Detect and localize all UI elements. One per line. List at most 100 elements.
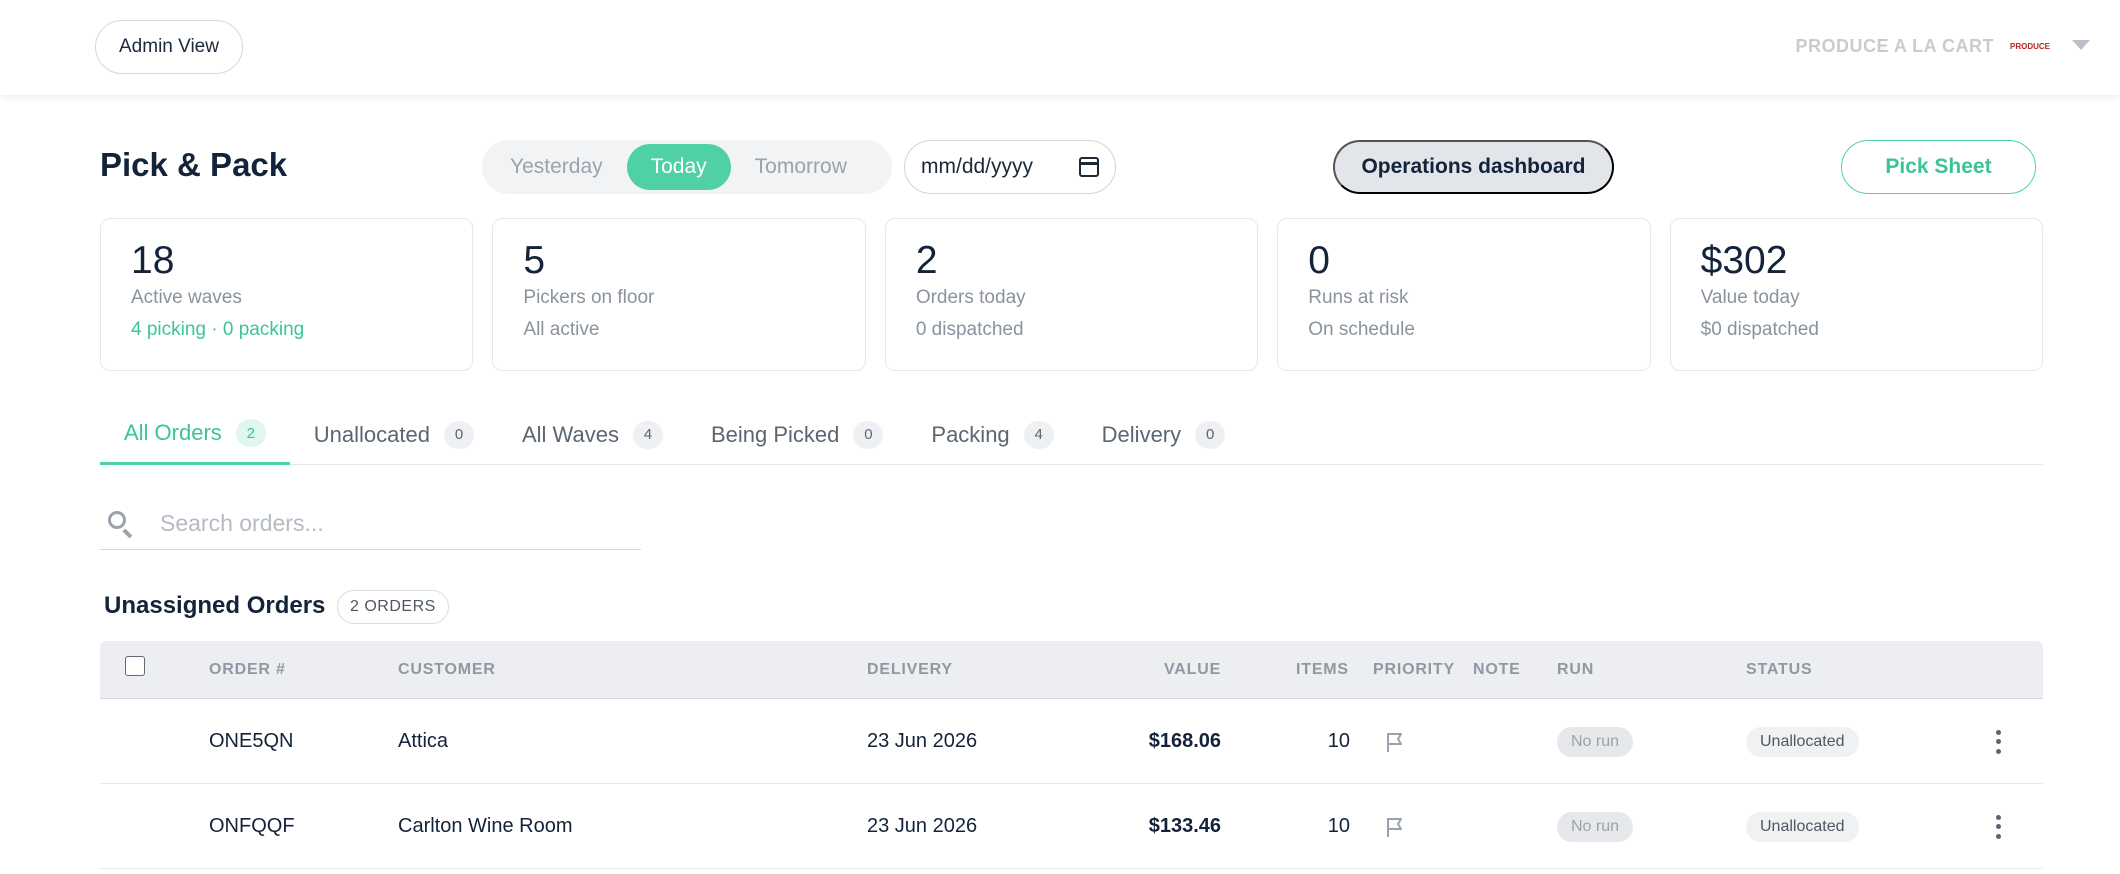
tab-unallocated[interactable]: Unallocated 0 [290, 404, 498, 465]
day-yesterday-button[interactable]: Yesterday [486, 144, 627, 190]
stat-card-runs-at-risk: 0 Runs at risk On schedule [1277, 218, 1651, 371]
run-badge[interactable]: No run [1557, 811, 1634, 842]
item-count: 10 [1327, 730, 1350, 752]
column-header-run[interactable]: RUN [1557, 641, 1594, 699]
tab-all-orders[interactable]: All Orders 2 [100, 404, 290, 465]
status-badge: Unallocated [1746, 811, 1859, 842]
stat-card-pickers: 5 Pickers on floor All active [492, 218, 866, 371]
stat-sub: $0 dispatched [1700, 319, 1819, 340]
stat-value: 0 [1308, 239, 1330, 282]
more-vertical-icon[interactable] [1996, 729, 2002, 754]
delivery-date: 23 Jun 2026 [867, 730, 978, 752]
stat-sub: On schedule [1308, 319, 1415, 340]
column-header-customer[interactable]: CUSTOMER [398, 641, 496, 699]
tab-being-picked[interactable]: Being Picked 0 [687, 404, 907, 465]
status-badge: Unallocated [1746, 726, 1859, 757]
flag-icon[interactable] [1384, 816, 1406, 838]
search-bar [100, 498, 641, 550]
column-header-delivery[interactable]: DELIVERY [867, 641, 953, 699]
tab-label: Unallocated [313, 421, 430, 447]
pick-sheet-button[interactable]: Pick Sheet [1841, 140, 2036, 194]
priority-flag[interactable] [1384, 784, 1406, 869]
run-badge[interactable]: No run [1557, 726, 1634, 757]
order-tabs: All Orders 2 Unallocated 0 All Waves 4 B… [100, 404, 2043, 465]
stat-card-active-waves: 18 Active waves 4 picking · 0 packing [100, 218, 474, 371]
top-bar: Admin View PRODUCE A LA CART PRODUCE [0, 0, 2120, 95]
tab-label: Packing [931, 421, 1010, 447]
orders-table: ORDER # CUSTOMER DELIVERY VALUE ITEMS PR… [100, 641, 2043, 869]
delivery-date: 23 Jun 2026 [867, 815, 978, 837]
calendar-icon[interactable] [1079, 157, 1099, 177]
tab-count-badge: 4 [632, 420, 663, 449]
stat-label: Orders today [915, 287, 1026, 308]
tab-label: Delivery [1101, 421, 1182, 447]
tab-count-badge: 0 [1195, 420, 1226, 449]
order-number[interactable]: ONE5QN [209, 699, 293, 784]
more-vertical-icon[interactable] [1996, 814, 2002, 839]
tab-count-badge: 4 [1023, 420, 1054, 449]
tab-label: Being Picked [710, 421, 840, 447]
section-title: Unassigned Orders [104, 592, 326, 619]
select-all-checkbox[interactable] [125, 656, 145, 676]
row-actions[interactable] [1996, 699, 2002, 784]
search-icon [106, 509, 136, 539]
brand-name[interactable]: PRODUCE A LA CART [1796, 36, 1995, 57]
search-input[interactable] [160, 510, 630, 537]
day-tomorrow-button[interactable]: Tomorrow [731, 144, 871, 190]
tab-all-waves[interactable]: All Waves 4 [498, 404, 687, 465]
day-today-button[interactable]: Today [626, 144, 731, 190]
chevron-down-icon[interactable] [2072, 40, 2090, 50]
column-header-value[interactable]: VALUE [1164, 641, 1221, 699]
status-cell: Unallocated [1746, 784, 1859, 869]
stat-label: Pickers on floor [523, 287, 655, 308]
date-input-placeholder: mm/dd/yyyy [921, 155, 1034, 178]
stat-label: Runs at risk [1308, 287, 1409, 308]
tab-label: All Orders [124, 420, 222, 445]
order-number[interactable]: ONFQQF [209, 784, 295, 869]
stat-value: 2 [915, 239, 938, 282]
table-row[interactable]: ONFQQF Carlton Wine Room 23 Jun 2026 $13… [100, 784, 2043, 869]
table-header: ORDER # CUSTOMER DELIVERY VALUE ITEMS PR… [100, 641, 2043, 699]
stat-sub: 4 picking · 0 packing [131, 319, 305, 340]
stat-sub: All active [523, 319, 600, 340]
status-cell: Unallocated [1746, 699, 1859, 784]
flag-icon[interactable] [1384, 731, 1406, 753]
tab-count-badge: 0 [853, 420, 884, 449]
admin-view-button[interactable]: Admin View [95, 20, 243, 74]
day-toggle: Yesterday Today Tomorrow [482, 140, 892, 194]
customer-name: Carlton Wine Room [398, 815, 573, 837]
operations-dashboard-button[interactable]: Operations dashboard [1333, 140, 1614, 194]
tab-delivery[interactable]: Delivery 0 [1078, 404, 1249, 465]
tab-count-badge: 0 [443, 420, 474, 449]
stats-row: 18 Active waves 4 picking · 0 packing 5 … [100, 218, 2044, 371]
stat-sub: 0 dispatched [915, 319, 1024, 340]
tab-label: All Waves [521, 421, 619, 447]
table-row[interactable]: ONE5QN Attica 23 Jun 2026 $168.06 10 No … [100, 699, 2043, 784]
column-header-items[interactable]: ITEMS [1296, 641, 1349, 699]
column-header-status[interactable]: STATUS [1746, 641, 1812, 699]
tab-packing[interactable]: Packing 4 [907, 404, 1077, 465]
stat-card-value-today: $302 Value today $0 dispatched [1669, 218, 2044, 371]
order-value: $133.46 [1148, 815, 1221, 837]
stat-value: 18 [131, 239, 175, 282]
column-header-order[interactable]: ORDER # [209, 641, 286, 699]
order-count-badge: 2 ORDERS [337, 590, 449, 624]
run-cell: No run [1557, 784, 1634, 869]
column-header-note[interactable]: NOTE [1473, 641, 1521, 699]
customer-name: Attica [398, 730, 449, 752]
column-header-priority[interactable]: PRIORITY [1373, 641, 1455, 699]
row-actions[interactable] [1996, 784, 2002, 869]
priority-flag[interactable] [1384, 699, 1406, 784]
brand-logo[interactable]: PRODUCE [2002, 36, 2058, 56]
stat-card-orders-today: 2 Orders today 0 dispatched [884, 218, 1259, 371]
tab-count-badge: 2 [235, 419, 266, 447]
page-title: Pick & Pack [100, 146, 288, 183]
stat-label: Value today [1700, 287, 1800, 308]
order-value: $168.06 [1148, 730, 1221, 752]
stat-label: Active waves [131, 287, 242, 308]
stat-value: 5 [523, 239, 546, 282]
run-cell: No run [1557, 699, 1634, 784]
stat-value: $302 [1700, 239, 1788, 282]
item-count: 10 [1327, 815, 1350, 837]
date-input[interactable]: mm/dd/yyyy [904, 140, 1116, 194]
